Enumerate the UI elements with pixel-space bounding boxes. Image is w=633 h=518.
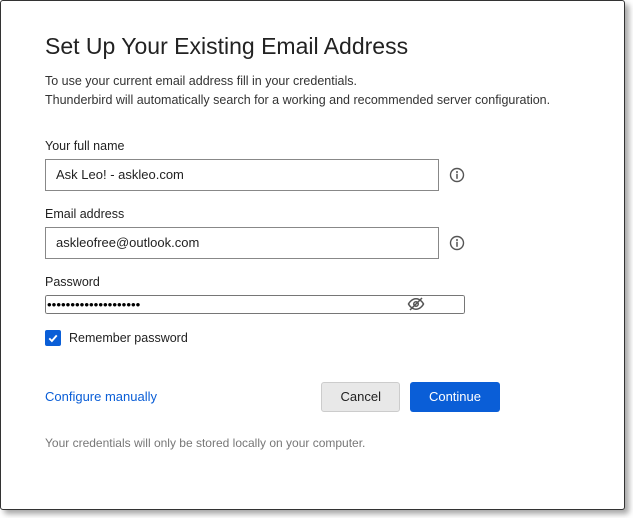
- full-name-label: Your full name: [45, 139, 580, 153]
- eye-slash-icon[interactable]: [407, 295, 425, 313]
- dialog-title: Set Up Your Existing Email Address: [45, 33, 580, 60]
- email-input[interactable]: [45, 227, 439, 259]
- cancel-button[interactable]: Cancel: [321, 382, 399, 412]
- info-icon[interactable]: [449, 235, 465, 251]
- field-full-name: Your full name: [45, 139, 580, 191]
- configure-manually-link[interactable]: Configure manually: [45, 389, 157, 404]
- field-email: Email address: [45, 207, 580, 259]
- password-label: Password: [45, 275, 580, 289]
- info-icon[interactable]: [449, 167, 465, 183]
- remember-password-label: Remember password: [69, 331, 188, 345]
- dialog-subtitle: To use your current email address fill i…: [45, 72, 580, 111]
- field-password: Password: [45, 275, 580, 314]
- password-input[interactable]: [45, 295, 465, 314]
- continue-button[interactable]: Continue: [410, 382, 500, 412]
- footer-note: Your credentials will only be stored loc…: [45, 436, 580, 450]
- remember-password-checkbox[interactable]: [45, 330, 61, 346]
- full-name-input[interactable]: [45, 159, 439, 191]
- setup-email-dialog: Set Up Your Existing Email Address To us…: [0, 0, 625, 510]
- email-label: Email address: [45, 207, 580, 221]
- button-row: Configure manually Cancel Continue: [45, 382, 500, 412]
- remember-password-row: Remember password: [45, 330, 580, 346]
